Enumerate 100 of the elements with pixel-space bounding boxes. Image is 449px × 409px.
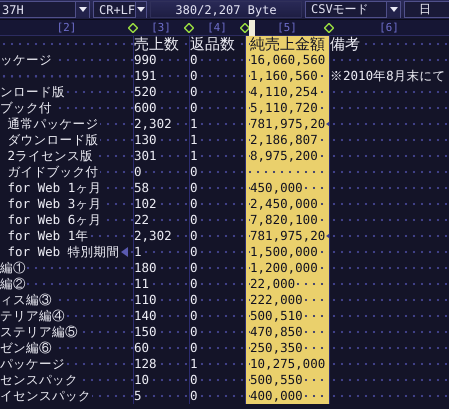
table-cell: 0 — [189, 164, 245, 180]
table-cell: 5 — [133, 388, 189, 404]
table-cell: 1,500,000 — [245, 244, 329, 260]
table-cell: 500,550 — [245, 372, 329, 388]
table-cell: 58 — [133, 180, 189, 196]
table-cell: 2,450,000 — [245, 196, 329, 212]
table-cell: 150 — [133, 324, 189, 340]
dropdown[interactable]: CR+LF — [93, 1, 147, 18]
dropdown[interactable]: 37H — [0, 1, 90, 18]
column-number: [2] — [56, 21, 76, 34]
table-cell: 通常パッケージ — [0, 116, 133, 132]
table-cell: 16,060,560 — [245, 52, 329, 68]
table-cell: 編① — [0, 260, 133, 276]
table-cell: ガイドブック付 — [0, 164, 133, 180]
table-cell: 1,200,000 — [245, 260, 329, 276]
table-cell: 470,850 — [245, 324, 329, 340]
table-cell: 0 — [189, 100, 245, 116]
column-marker-icon[interactable] — [184, 23, 194, 33]
table-cell: 110 — [133, 292, 189, 308]
table-cell: 130 — [133, 132, 189, 148]
table-cell: 450,000 — [245, 180, 329, 196]
table-cell: 10 — [133, 372, 189, 388]
toolbar-field[interactable]: 日 — [404, 1, 449, 18]
table-cell: 1 — [189, 148, 245, 164]
table-cell: 0 — [189, 212, 245, 228]
table-cell: 102 — [133, 196, 189, 212]
table-cell: for Web 6ヶ月 — [0, 212, 133, 228]
table-cell: 2,302 — [133, 228, 189, 244]
table-cell: ンロード版 — [0, 84, 133, 100]
table-cell: テリア編④ — [0, 308, 133, 324]
table-cell: パッケージ — [0, 356, 133, 372]
table-cell: ッケージ — [0, 52, 133, 68]
table-cell: 0 — [189, 308, 245, 324]
table-cell: 2,186,807 — [245, 132, 329, 148]
table-cell: 60 — [133, 340, 189, 356]
table-cell: 1 — [189, 116, 245, 132]
table-cell: 0 — [189, 180, 245, 196]
byte-count: 380/2,207 Byte — [150, 1, 302, 18]
table-cell: 140 — [133, 308, 189, 324]
column-header: 売上数 — [133, 36, 189, 52]
table-cell: 191 — [133, 68, 189, 84]
table-cell: 0 — [189, 68, 245, 84]
table-cell: 128 — [133, 356, 189, 372]
table-cell: 0 — [189, 388, 245, 404]
column-header: 返品数 — [189, 36, 245, 52]
table-cell: ※2010年8月末にて — [329, 68, 449, 84]
table-cell: イセンスパック — [0, 388, 133, 404]
table-cell: 10,275,000 — [245, 356, 329, 372]
table-cell: 1,160,560 — [245, 68, 329, 84]
column-number: [5] — [277, 21, 297, 34]
dropdown[interactable]: CSVモード — [305, 1, 401, 18]
table-cell: ブック付 — [0, 100, 133, 116]
table-cell: 1 — [133, 244, 189, 260]
table-cell: 5,110,720 — [245, 100, 329, 116]
table-cell: 600 — [133, 100, 189, 116]
table-cell: 301 — [133, 148, 189, 164]
column-number: [3] — [151, 21, 171, 34]
table-cell: ステリア編⑤ — [0, 324, 133, 340]
column-number: [4] — [207, 21, 227, 34]
table-cell: 22,000 — [245, 276, 329, 292]
cursor-block — [249, 20, 255, 36]
column-header: 純売上金額 — [245, 36, 329, 52]
table-cell: 990 — [133, 52, 189, 68]
table-cell: 0 — [189, 324, 245, 340]
column-header: 備考 — [329, 36, 449, 52]
cell-text: 781,975,20 — [250, 116, 326, 132]
table-cell: ダウンロード版 — [0, 132, 133, 148]
table-cell: 250,350 — [245, 340, 329, 356]
table-cell: 11 — [133, 276, 189, 292]
table-cell: 0 — [189, 292, 245, 308]
table-cell: 500,510 — [245, 308, 329, 324]
table-cell: for Web 1年 — [0, 228, 133, 244]
table-cell: 0 — [189, 340, 245, 356]
cell-text: 781,975,20 — [250, 228, 326, 244]
table-cell: 0 — [189, 244, 245, 260]
table-cell: 編② — [0, 276, 133, 292]
table-cell: 7,820,100 — [245, 212, 329, 228]
table-cell: 0 — [133, 164, 189, 180]
table-cell: 0 — [189, 84, 245, 100]
table-cell: 8,975,200 — [245, 148, 329, 164]
table-cell: センスパック — [0, 372, 133, 388]
table-cell: 180 — [133, 260, 189, 276]
table-cell: 2ライセンス版 — [0, 148, 133, 164]
table-cell: 0 — [189, 196, 245, 212]
column-marker-icon[interactable] — [128, 23, 138, 33]
table-cell: 4,110,254 — [245, 84, 329, 100]
table-cell: 0 — [189, 260, 245, 276]
table-cell: 0 — [189, 372, 245, 388]
column-marker-icon[interactable] — [324, 23, 334, 33]
table-cell: 0 — [189, 276, 245, 292]
table-cell: 400,000 — [245, 388, 329, 404]
table-cell: ゼン編⑥ — [0, 340, 133, 356]
table-cell: 520 — [133, 84, 189, 100]
table-cell: 2,302 — [133, 116, 189, 132]
column-marker-icon[interactable] — [240, 23, 250, 33]
table-cell: 222,000 — [245, 292, 329, 308]
table-cell: 22 — [133, 212, 189, 228]
table-cell: ィス編③ — [0, 292, 133, 308]
table-cell: for Web 3ヶ月 — [0, 196, 133, 212]
table-cell: 1 — [189, 356, 245, 372]
